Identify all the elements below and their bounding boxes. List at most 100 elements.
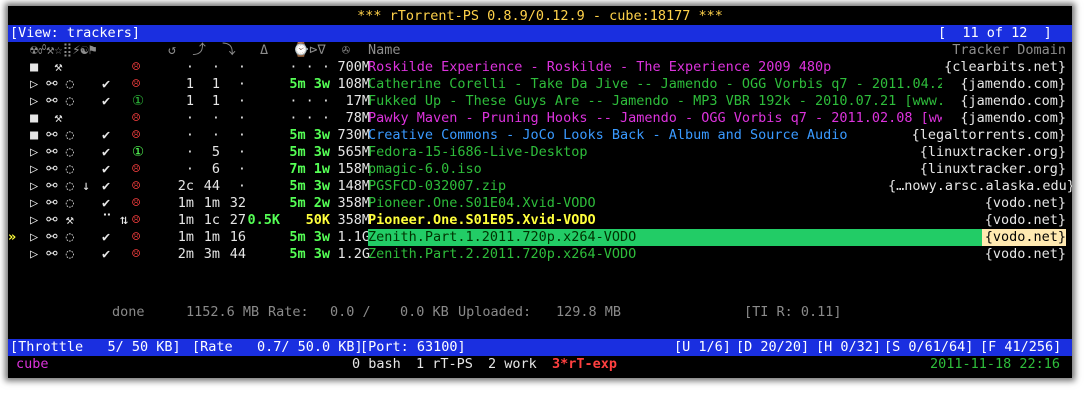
row-col3: 44: [229, 246, 246, 262]
row-selection-marker: »: [8, 229, 17, 245]
row-col1: ·: [185, 59, 194, 75]
row-complete-check: ✔: [102, 229, 111, 245]
row-name[interactable]: PGSFCD-032007.zip: [368, 178, 942, 195]
row-size: 358M: [337, 212, 370, 228]
row-col2: 44: [203, 178, 220, 194]
row-col2: ·: [211, 127, 220, 143]
row-col2: 1: [211, 93, 220, 109]
tmux-window-0[interactable]: 0 bash: [352, 356, 401, 373]
row-col3: 27: [229, 212, 246, 228]
summary-size: 1152.6 MB: [186, 304, 260, 320]
row-name[interactable]: Fukked Up - These Guys Are -- Jamendo - …: [368, 93, 942, 110]
row-name[interactable]: Catherine Corelli - Take Da Jive -- Jame…: [368, 76, 942, 93]
row-name[interactable]: Pioneer.One.S01E04.Xvid-VODO: [368, 195, 942, 212]
row-name[interactable]: Zenith.Part.1.2011.720p.x264-VODO: [368, 229, 982, 246]
row-col3: ·: [237, 76, 246, 92]
row-state-icon: ☹: [132, 212, 141, 228]
row-flags: ▷ ⚯ ⚒: [30, 212, 74, 228]
row-state-icon: ①: [132, 144, 145, 160]
tmux-window-2[interactable]: 2 work: [488, 356, 537, 373]
tmux-window-1[interactable]: 1 rT-PS: [416, 356, 473, 373]
row-name[interactable]: Pioneer.One.S01E05.Xvid-VODO: [368, 212, 942, 229]
row-col2: 3m: [203, 246, 220, 262]
row-rate: · · ·: [289, 110, 330, 126]
row-state-icon: ☹: [132, 59, 141, 75]
row-rate: 5m 3w: [289, 76, 330, 92]
row-flags: ■ ⚯ ◌: [30, 127, 74, 143]
row-state-icon: ☹: [132, 76, 141, 92]
row-size: 358M: [337, 195, 370, 211]
row-col3: 32: [229, 195, 246, 211]
row-name[interactable]: Pawky Maven - Pruning Hooks -- Jamendo -…: [368, 110, 942, 127]
table-row[interactable]: ■ ⚒ ☹ · · · · · · 700M Roskilde Experience - Ro…: [8, 59, 1072, 76]
row-col2: 1: [211, 76, 220, 92]
row-rate: 5m 3w: [289, 144, 330, 160]
row-tracker-domain: {vodo.net}: [984, 246, 1066, 262]
row-col3: ·: [237, 127, 246, 143]
row-state-icon: ☹: [132, 246, 141, 262]
view-label: [View: trackers]: [10, 25, 141, 41]
row-col2: 6: [211, 161, 220, 177]
row-col3: ·: [237, 93, 246, 109]
row-flags: ▷ ⚯ ◌: [30, 229, 74, 245]
table-row[interactable]: » ▷ ⚯ ◌ ✔ ☹ 1m 1m 16 5m 3w 1.1G Zenith.Part.1.201…: [8, 229, 1072, 246]
row-col1: 1: [185, 76, 194, 92]
status-throttle: [Throttle 5/ 50 KB]: [10, 339, 181, 355]
row-col1: 2c: [177, 178, 194, 194]
row-tracker-domain: {vodo.net}: [984, 195, 1066, 211]
summary-rate-label: Rate:: [268, 304, 309, 320]
row-name[interactable]: Zenith.Part.2.2011.720p.x264-VODO: [368, 246, 942, 263]
row-size: 78M: [345, 110, 370, 126]
view-bar: [View: trackers] [ 11 of 12 ]: [8, 25, 1072, 42]
status-s: [S 0/61/64]: [884, 339, 974, 355]
row-state-icon: ☹: [132, 161, 141, 177]
table-row[interactable]: ▷ ⚯ ⚒ ⠉ ⇅ ☹ 1m 1c 27 0.5K 50K 358M Pioneer.One.S0…: [8, 212, 1072, 229]
row-col1: 1m: [177, 195, 194, 211]
header-status-icons: ☢☍⚒☆⣿⚡☯⚑: [30, 42, 97, 58]
table-row[interactable]: ▷ ⚯ ◌ ✔ ☹ 1m 1m 32 5m 2w 358M Pioneer.One.S01E04…: [8, 195, 1072, 212]
row-col1: ·: [185, 144, 194, 160]
table-row[interactable]: ▷ ⚯ ◌ ↓ ✔ ☹ 2c 44 · 5m 3w 148M PGSFCD-032007.zip…: [8, 178, 1072, 195]
row-name[interactable]: pmagic-6.0.iso: [368, 161, 942, 178]
row-rate: 50K: [305, 212, 330, 228]
header-name[interactable]: Name: [368, 42, 401, 59]
row-speed: 0.5K: [247, 212, 280, 228]
row-name[interactable]: Creative Commons - JoCo Looks Back - Alb…: [368, 127, 942, 144]
row-complete-check: ✔: [102, 195, 111, 211]
row-state-icon: ☹: [132, 229, 141, 245]
row-col2: 1m: [203, 195, 220, 211]
row-rate: 5m 3w: [289, 127, 330, 143]
summary-uploaded-label: Uploaded:: [458, 304, 532, 320]
row-rate: · · ·: [289, 59, 330, 75]
table-row[interactable]: ▷ ⚯ ◌ ✔ ① · 5 · 5m 3w 565M Fedora-15-i686-Live-D…: [8, 144, 1072, 161]
row-state-icon: ☹: [132, 127, 141, 143]
tmux-status-line: cube 0 bash 1 rT-PS 2 work 3*rT-exp 2011…: [8, 356, 1072, 373]
row-col2: ·: [211, 110, 220, 126]
row-state-icon: ☹: [132, 178, 141, 194]
tmux-window-3-active[interactable]: 3*rT-exp: [552, 356, 617, 373]
terminal-window: *** rTorrent-PS 0.8.9/0.12.9 - cube:1817…: [8, 6, 1072, 378]
row-col3: ·: [237, 110, 246, 126]
tmux-datetime: 2011-11-18 22:16: [930, 356, 1061, 372]
status-port: [Port: 63100]: [360, 339, 466, 355]
row-rate: 5m 2w: [289, 195, 330, 211]
view-position: [ 11 of 12 ]: [938, 25, 1052, 41]
row-name[interactable]: Roskilde Experience - Roskilde - The Exp…: [368, 59, 942, 76]
table-row[interactable]: ▷ ⚯ ◌ ✔ ☹ · 6 · 7m 1w 158M pmagic-6.0.iso {linuxt…: [8, 161, 1072, 178]
row-flags: ■ ⚒: [30, 59, 63, 75]
table-row[interactable]: ■ ⚒ ☹ · · · · · · 78M Pawky Maven - Pruning Hoo…: [8, 110, 1072, 127]
header-tracker-domain[interactable]: Tracker Domain: [908, 42, 1066, 59]
row-flags: ■ ⚒: [30, 110, 63, 126]
row-col2: 5: [211, 144, 220, 160]
summary-line: done 1152.6 MB Rate: 0.0 / 0.0 KB Upload…: [8, 304, 1072, 321]
row-rate: 7m 1w: [289, 161, 330, 177]
row-name[interactable]: Fedora-15-i686-Live-Desktop: [368, 144, 942, 161]
table-row[interactable]: ▷ ⚯ ◌ ✔ ① 1 1 · · · · 17M Fukked Up - These Guys…: [8, 93, 1072, 110]
row-col3: ·: [237, 59, 246, 75]
table-row[interactable]: ▷ ⚯ ◌ ✔ ☹ 1 1 · 5m 3w 108M Catherine Corelli - T…: [8, 76, 1072, 93]
row-state-icon: ☹: [132, 195, 141, 211]
header-columns: ↺ ⤴ ⤵ Δ ⌚⊳∇ ✇: [168, 42, 350, 58]
table-row[interactable]: ▷ ⚯ ◌ ✔ ☹ 2m 3m 44 5m 3w 1.2G Zenith.Part.2.2011…: [8, 246, 1072, 263]
row-rate: · · ·: [289, 93, 330, 109]
table-row[interactable]: ■ ⚯ ◌ ✔ ☹ · · · 5m 3w 730M Creative Commons - Jo…: [8, 127, 1072, 144]
